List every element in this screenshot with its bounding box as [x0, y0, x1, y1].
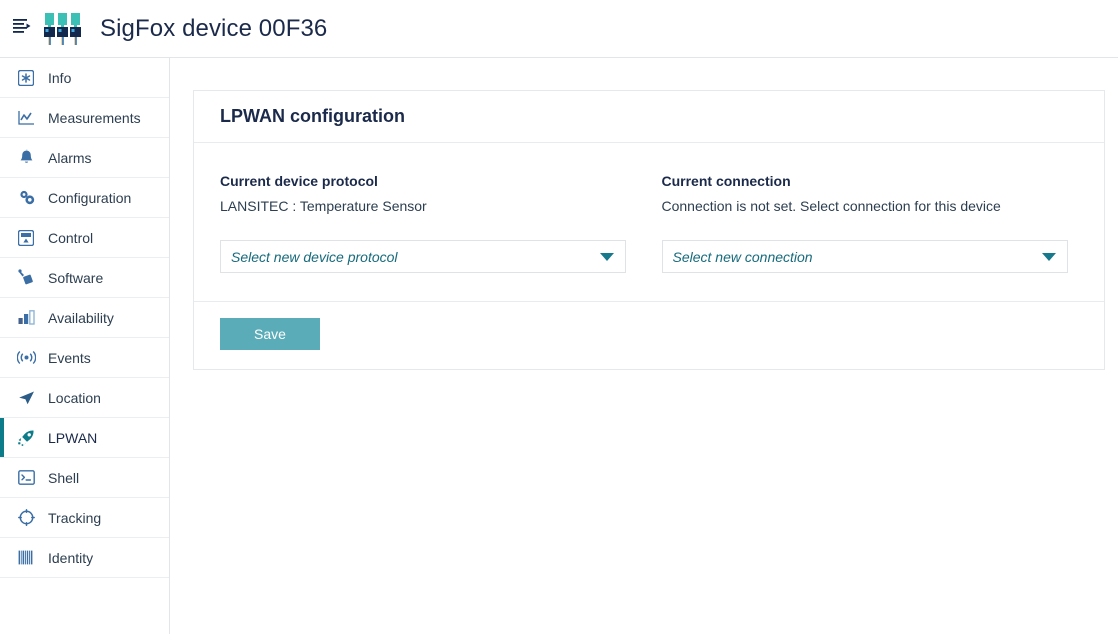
- sidebar-item-label: Shell: [48, 469, 80, 486]
- sidebar-item-measurements[interactable]: Measurements: [0, 98, 169, 138]
- sidebar-item-software[interactable]: Software: [0, 258, 169, 298]
- chevron-down-icon: [600, 252, 614, 261]
- body-wrapper: Info Measurements Alarms Configuration C…: [0, 58, 1118, 634]
- sidebar-item-label: Location: [48, 389, 101, 406]
- bar-chart-icon: [14, 308, 38, 328]
- chevron-down-icon: [1041, 252, 1056, 261]
- control-panel-icon: [14, 228, 38, 248]
- rocket-icon: [14, 428, 38, 448]
- list-collapse-icon: [12, 17, 32, 40]
- sidebar-item-label: Identity: [48, 549, 94, 566]
- save-button[interactable]: Save: [220, 318, 320, 350]
- sidebar-item-label: Software: [48, 269, 104, 286]
- info-asterisk-icon: [14, 68, 38, 88]
- device-protocol-column: Current device protocol LANSITEC : Tempe…: [220, 173, 637, 273]
- sidebar-item-label: Alarms: [48, 149, 92, 166]
- bell-icon: [14, 148, 38, 168]
- sidebar-item-control[interactable]: Control: [0, 218, 169, 258]
- connection-label: Current connection: [661, 173, 791, 189]
- barcode-icon: [14, 548, 38, 568]
- line-chart-icon: [14, 108, 38, 128]
- sidebar: Info Measurements Alarms Configuration C…: [0, 58, 170, 634]
- lpwan-configuration-card: LPWAN configuration Current device proto…: [193, 90, 1105, 370]
- sidebar-item-tracking[interactable]: Tracking: [0, 498, 169, 538]
- sidebar-item-label: Configuration: [48, 189, 132, 206]
- sidebar-item-identity[interactable]: Identity: [0, 538, 169, 578]
- device-protocol-select-placeholder: Select new device protocol: [231, 248, 398, 265]
- broadcast-icon: [14, 348, 38, 368]
- card-header: LPWAN configuration: [194, 91, 1104, 143]
- sidebar-item-events[interactable]: Events: [0, 338, 169, 378]
- connection-select[interactable]: Select new connection: [661, 240, 1068, 273]
- sidebar-item-label: Info: [48, 70, 72, 86]
- two-column-grid: Current device protocol LANSITEC : Tempe…: [220, 173, 1078, 273]
- sidebar-item-shell[interactable]: Shell: [0, 458, 169, 498]
- sidebar-item-availability[interactable]: Availability: [0, 298, 169, 338]
- sidebar-item-alarms[interactable]: Alarms: [0, 138, 169, 178]
- device-protocol-select[interactable]: Select new device protocol: [220, 240, 626, 273]
- sidebar-item-label: Control: [48, 229, 94, 246]
- device-protocol-value: LANSITEC : Temperature Sensor: [220, 198, 427, 214]
- main-content: LPWAN configuration Current device proto…: [170, 58, 1118, 634]
- device-protocol-label: Current device protocol: [220, 173, 378, 189]
- device-pins-logo: [40, 9, 86, 49]
- page-title: SigFox device 00F36: [100, 14, 328, 42]
- connection-column: Current connection Connection is not set…: [661, 173, 1079, 273]
- connection-select-placeholder: Select new connection: [672, 248, 813, 265]
- menu-toggle-button[interactable]: [0, 0, 44, 58]
- card-title: LPWAN configuration: [220, 106, 405, 126]
- software-chip-icon: [14, 268, 38, 288]
- sidebar-item-configuration[interactable]: Configuration: [0, 178, 169, 218]
- terminal-icon: [14, 468, 38, 488]
- card-footer: Save: [194, 302, 1104, 369]
- sidebar-item-label: Availability: [48, 309, 114, 326]
- sidebar-item-label: Tracking: [48, 509, 102, 526]
- sidebar-item-label: Measurements: [48, 109, 141, 126]
- sidebar-item-label: Events: [48, 349, 91, 366]
- sidebar-item-info[interactable]: Info: [0, 58, 169, 98]
- sidebar-item-lpwan[interactable]: LPWAN: [0, 418, 169, 458]
- sidebar-item-label: LPWAN: [48, 429, 98, 446]
- gears-icon: [14, 188, 38, 208]
- card-body: Current device protocol LANSITEC : Tempe…: [194, 143, 1104, 302]
- crosshair-circle-icon: [14, 508, 38, 528]
- navigation-arrow-icon: [14, 388, 38, 408]
- connection-value: Connection is not set. Select connection…: [661, 198, 1001, 214]
- sidebar-item-location[interactable]: Location: [0, 378, 169, 418]
- top-bar: SigFox device 00F36: [0, 0, 1118, 58]
